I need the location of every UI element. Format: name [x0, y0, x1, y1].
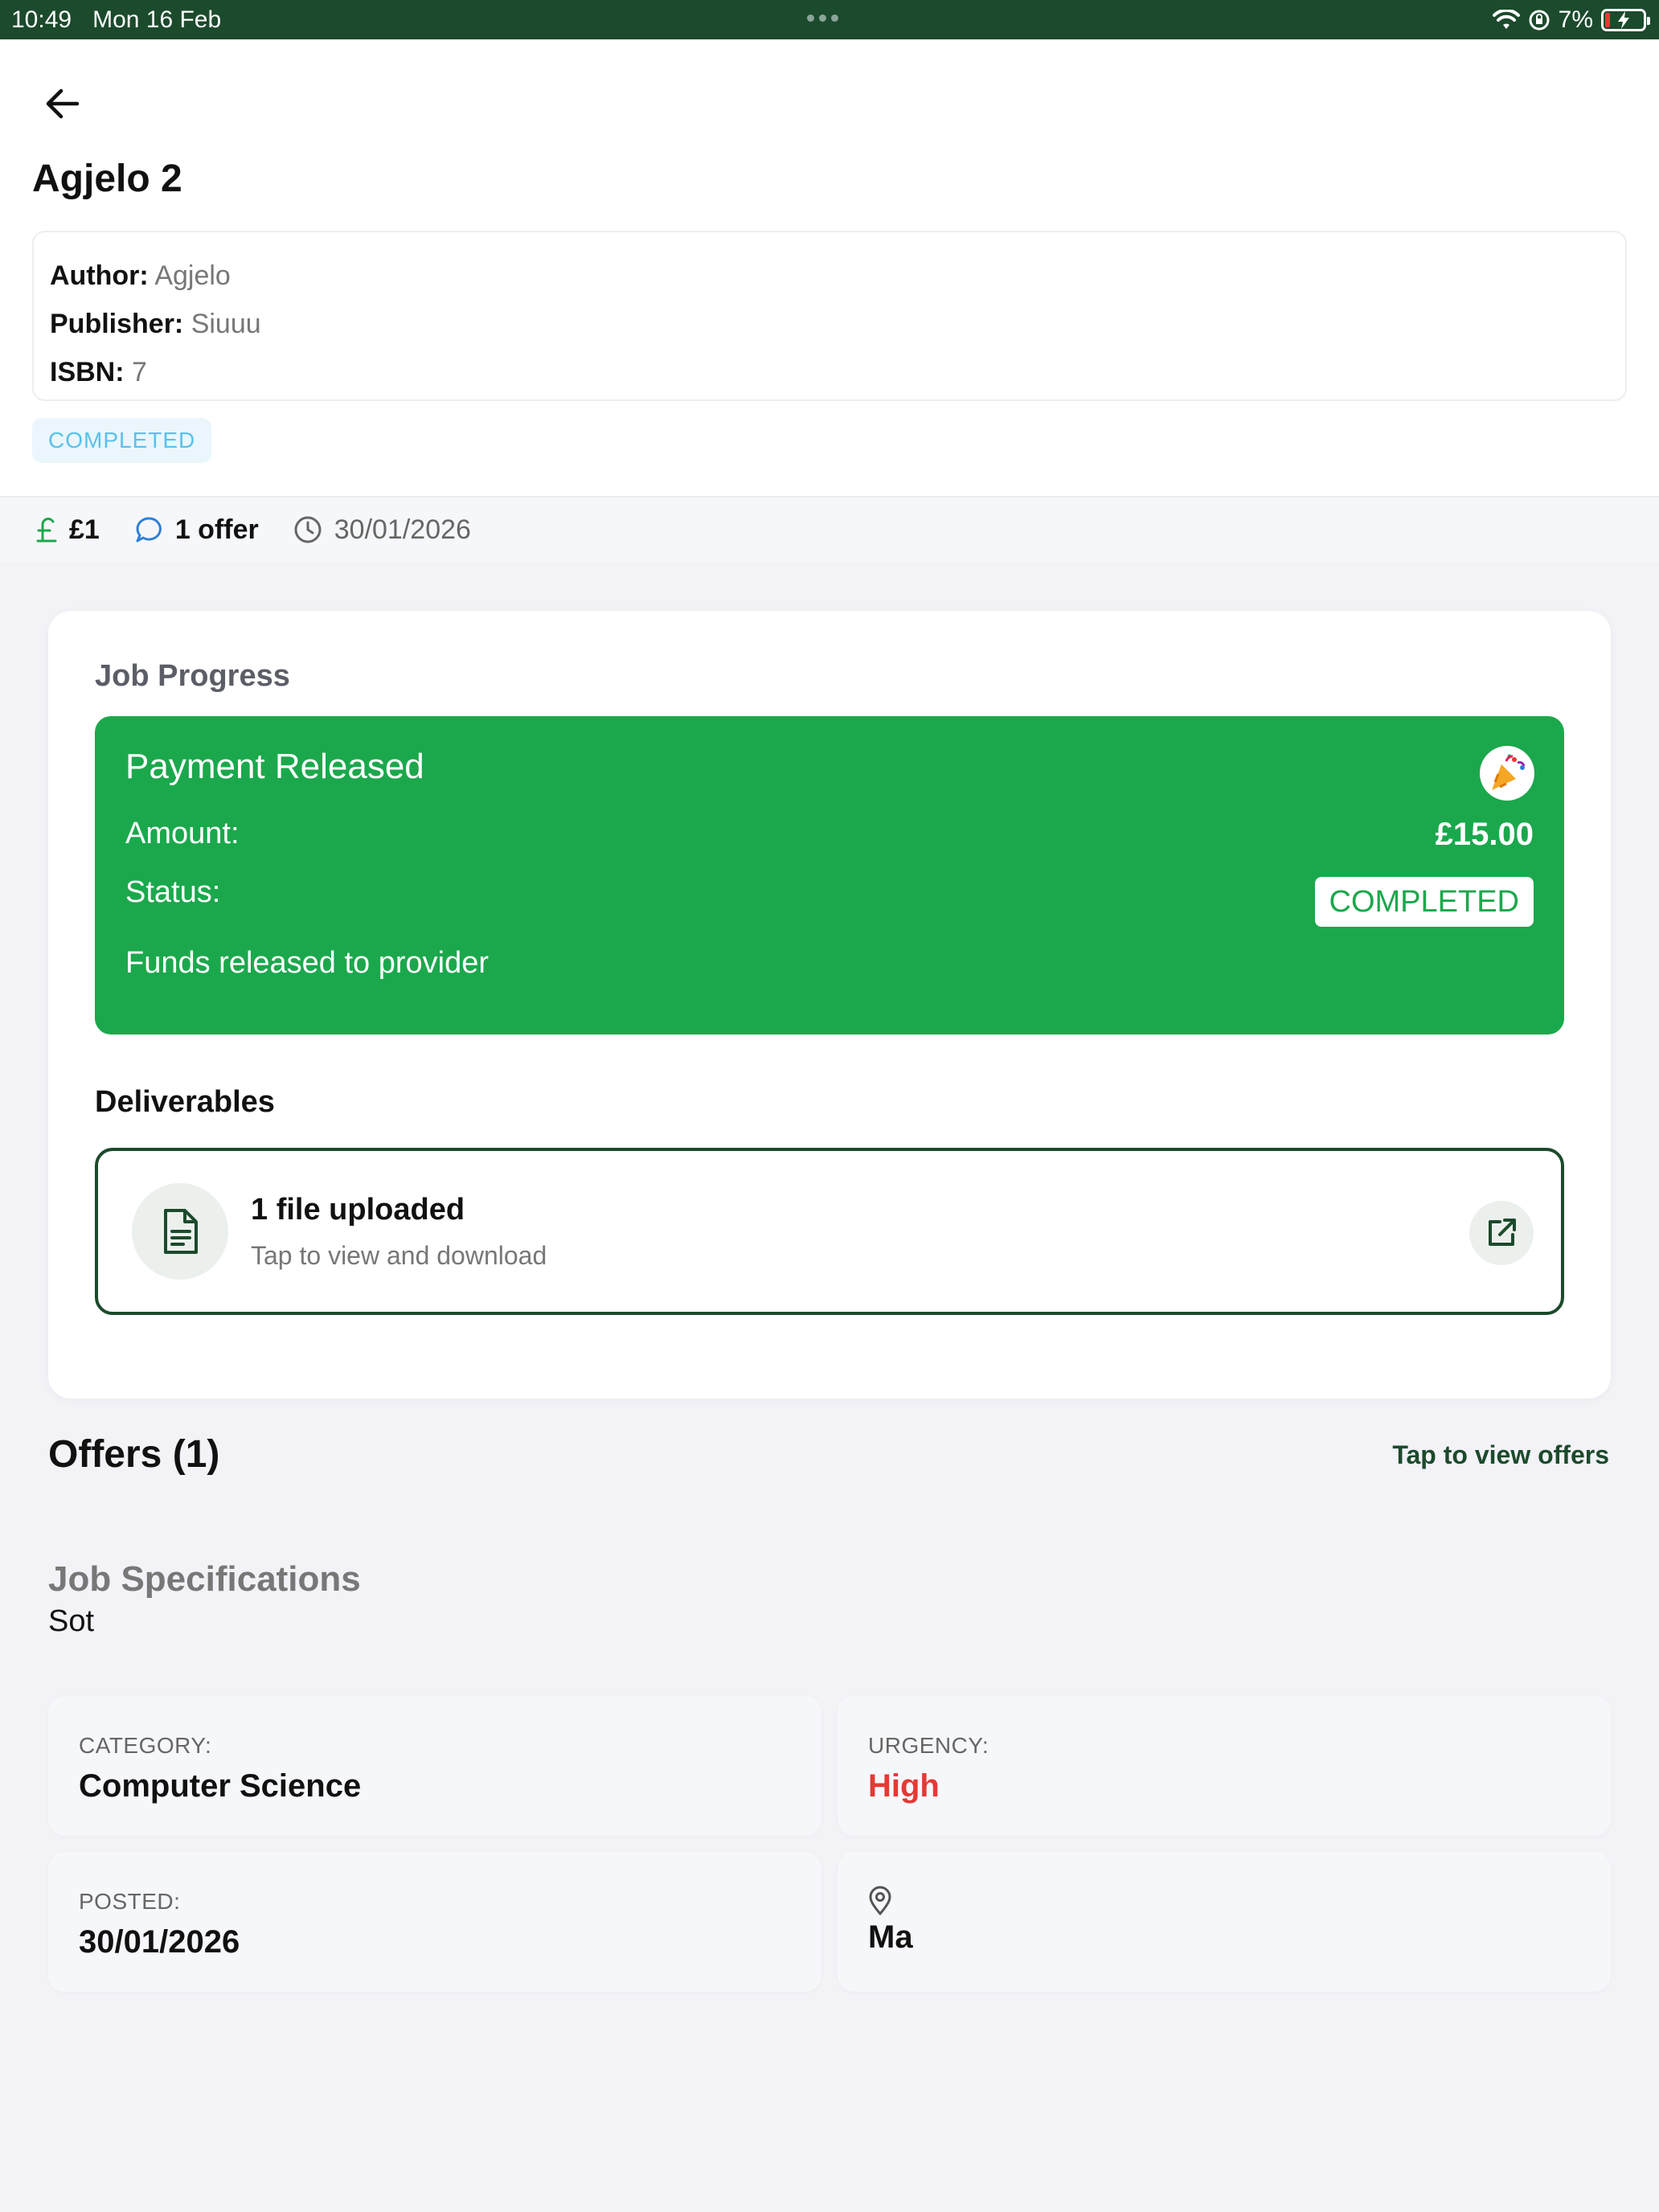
location-tile: Ma — [838, 1852, 1611, 1992]
external-link-icon[interactable] — [1469, 1201, 1534, 1265]
location-value: Ma — [868, 1919, 913, 1955]
battery-icon — [1601, 8, 1650, 31]
posted-label: POSTED: — [79, 1889, 181, 1914]
offers-stat[interactable]: 1 offer — [133, 514, 259, 546]
job-specifications-title: Job Specifications — [48, 1559, 361, 1599]
publisher-value: Siuuu — [190, 309, 261, 339]
view-offers-link[interactable]: Tap to view offers — [1392, 1440, 1609, 1470]
date-stat: 30/01/2026 — [293, 514, 471, 546]
urgency-value: High — [868, 1768, 940, 1804]
deliverables-title: Deliverables — [95, 1085, 275, 1119]
status-badge: COMPLETED — [32, 418, 212, 463]
author-row: Author: Agjelo — [50, 252, 1609, 300]
payment-note: Funds released to provider — [125, 946, 490, 980]
orientation-lock-icon — [1529, 10, 1550, 30]
deliverables-item[interactable]: 1 file uploaded Tap to view and download — [95, 1148, 1564, 1315]
author-label: Author: — [50, 260, 149, 291]
status-time: 10:49 — [11, 6, 72, 33]
publisher-row: Publisher: Siuuu — [50, 300, 1609, 348]
category-label: CATEGORY: — [79, 1733, 212, 1758]
price-stat: £1 — [35, 514, 100, 546]
back-arrow-icon[interactable] — [40, 81, 85, 126]
urgency-tile: URGENCY: High — [838, 1696, 1611, 1836]
job-stats-bar: £1 1 offer 30/01/2026 — [0, 496, 1659, 562]
battery-percent: 7% — [1558, 6, 1593, 33]
multitask-dots-icon[interactable] — [807, 14, 838, 22]
page-title: Agjelo 2 — [32, 158, 182, 200]
chat-bubble-icon — [133, 514, 164, 545]
pound-icon — [35, 515, 58, 544]
payment-status-label: Status: — [125, 875, 221, 909]
payment-title: Payment Released — [125, 747, 424, 786]
clock-icon — [293, 514, 323, 545]
offers-title: Offers (1) — [48, 1433, 220, 1476]
amount-value: £15.00 — [1435, 817, 1534, 852]
isbn-row: ISBN: 7 — [50, 348, 1609, 396]
job-header: Agjelo 2 Author: Agjelo Publisher: Siuuu… — [0, 39, 1659, 496]
document-icon — [132, 1183, 228, 1280]
posted-tile: POSTED: 30/01/2026 — [48, 1852, 821, 1992]
category-tile: CATEGORY: Computer Science — [48, 1696, 821, 1836]
party-popper-icon — [1480, 746, 1534, 801]
job-progress-title: Job Progress — [95, 659, 290, 693]
book-meta-card: Author: Agjelo Publisher: Siuuu ISBN: 7 — [32, 231, 1627, 401]
category-value: Computer Science — [79, 1768, 362, 1804]
offers-count: 1 offer — [174, 514, 259, 545]
location-pin-icon — [869, 1886, 891, 1915]
status-date: Mon 16 Feb — [92, 6, 222, 33]
status-right: 7% — [1492, 0, 1650, 39]
status-bar: 10:49 Mon 16 Feb 7% — [0, 0, 1659, 39]
payment-status-badge: COMPLETED — [1314, 877, 1534, 927]
price-value: £1 — [69, 514, 100, 545]
payment-released-panel: Payment Released Amount: £15.00 Status: … — [95, 716, 1564, 1034]
amount-label: Amount: — [125, 817, 240, 850]
deliverable-subtitle: Tap to view and download — [251, 1241, 547, 1270]
wifi-icon — [1492, 9, 1520, 29]
urgency-label: URGENCY: — [868, 1733, 989, 1758]
deliverable-title: 1 file uploaded — [251, 1193, 465, 1227]
job-progress-card: Job Progress Payment Released Amount: £1… — [48, 611, 1611, 1399]
posted-date: 30/01/2026 — [334, 514, 471, 545]
isbn-label: ISBN: — [50, 357, 125, 387]
isbn-value: 7 — [132, 357, 147, 387]
publisher-label: Publisher: — [50, 309, 184, 339]
author-value: Agjelo — [154, 260, 231, 291]
posted-value: 30/01/2026 — [79, 1924, 240, 1960]
job-specifications-text: Sot — [48, 1604, 95, 1638]
